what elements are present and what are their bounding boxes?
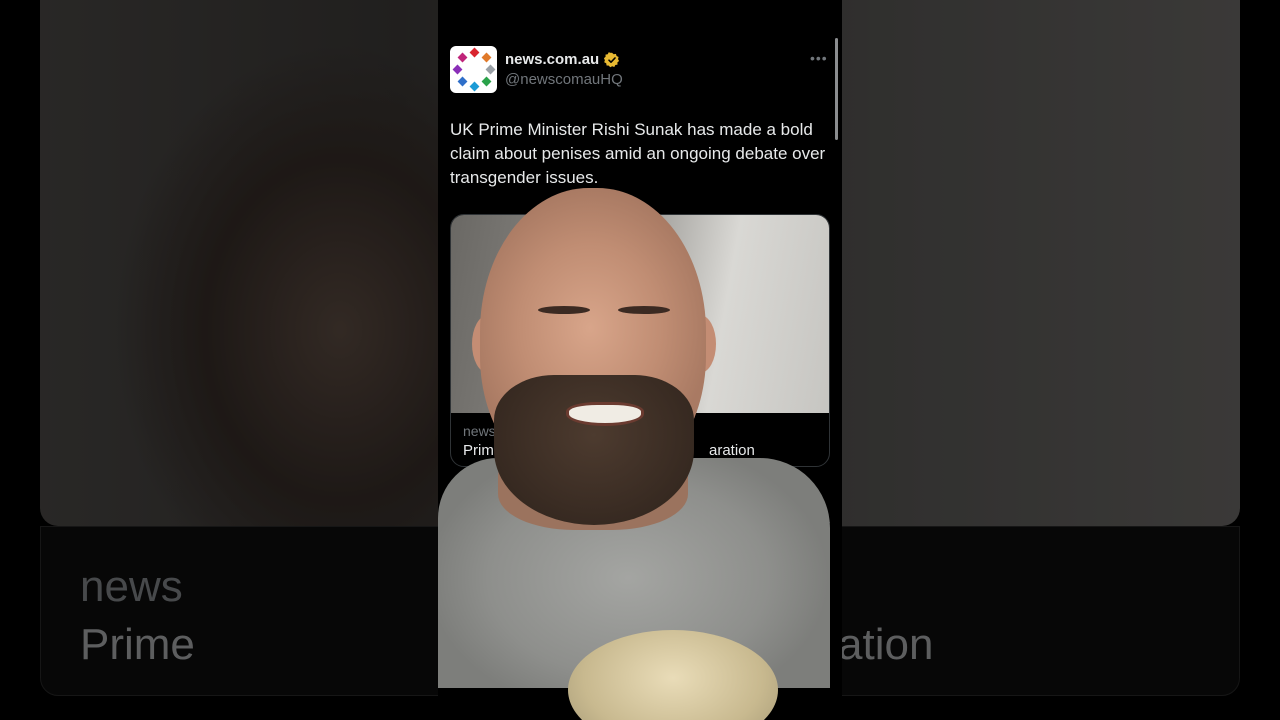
presenter-overlay [438,180,842,720]
presenter-beard [494,375,694,525]
more-options-icon[interactable]: ••• [810,50,828,66]
presenter-eye [538,306,590,314]
avatar-dot [469,47,480,58]
avatar-dot [457,52,468,63]
phone-frame: news.com.au @newscomauHQ ••• UK Prime Mi… [438,0,842,720]
presenter-eye [618,306,670,314]
avatar-dot [481,52,492,63]
avatar-dot [452,64,463,75]
avatar[interactable] [450,46,497,93]
presenter-mouth [566,402,644,426]
avatar-dot [481,76,492,87]
display-name[interactable]: news.com.au [505,51,599,68]
scrollbar[interactable] [835,38,838,140]
avatar-dot [469,81,480,92]
tweet: news.com.au @newscomauHQ ••• UK Prime Mi… [438,0,842,720]
verified-badge-icon [604,52,620,68]
avatar-dot [485,64,496,75]
avatar-dot [457,76,468,87]
handle[interactable]: @newscomauHQ [505,71,623,88]
